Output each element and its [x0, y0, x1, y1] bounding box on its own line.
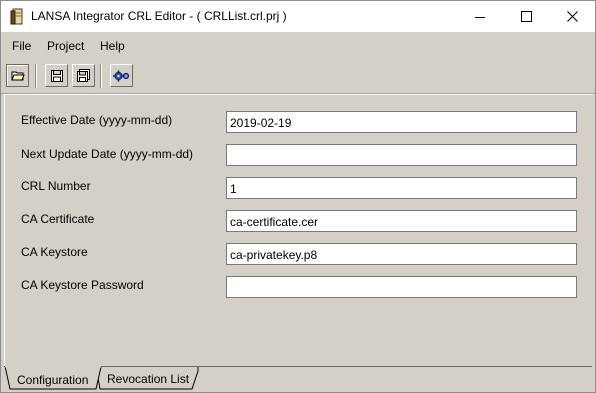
- save-all-button[interactable]: [72, 64, 95, 87]
- open-folder-icon: [10, 71, 25, 80]
- app-icon: [10, 8, 24, 25]
- next-update-date-field[interactable]: [226, 144, 577, 166]
- effective-date-field[interactable]: [226, 111, 577, 133]
- crl-number-field[interactable]: [226, 177, 577, 199]
- window-title: LANSA Integrator CRL Editor - ( CRLList.…: [31, 9, 287, 23]
- effective-date-label: Effective Date (yyyy-mm-dd): [21, 113, 173, 127]
- menu-help[interactable]: Help: [100, 39, 125, 53]
- minimize-icon: [475, 16, 485, 18]
- ca-keystore-field[interactable]: [226, 243, 577, 265]
- ca-keystore-password-field[interactable]: [226, 276, 577, 298]
- ca-certificate-field[interactable]: [226, 210, 577, 232]
- tab-configuration[interactable]: Configuration: [17, 373, 88, 387]
- ca-certificate-label: CA Certificate: [21, 212, 95, 226]
- close-button[interactable]: [549, 1, 595, 32]
- run-settings-button[interactable]: [110, 64, 133, 87]
- maximize-button[interactable]: [503, 1, 549, 32]
- open-project-button[interactable]: [6, 64, 29, 87]
- toolbar: [1, 60, 595, 94]
- save-button[interactable]: [45, 64, 68, 87]
- settings-run-icon: [113, 70, 130, 81]
- close-icon: [566, 11, 578, 22]
- save-icon: [50, 69, 63, 82]
- crl-number-label: CRL Number: [21, 179, 91, 193]
- ca-keystore-password-label: CA Keystore Password: [21, 278, 144, 292]
- minimize-button[interactable]: [457, 1, 503, 32]
- tab-revocation-list[interactable]: Revocation List: [107, 372, 189, 386]
- next-update-date-label: Next Update Date (yyyy-mm-dd): [21, 147, 194, 161]
- maximize-icon: [520, 11, 532, 22]
- save-all-icon: [77, 69, 90, 82]
- configuration-panel: Effective Date (yyyy-mm-dd) Next Update …: [4, 94, 593, 367]
- toolbar-separator: [100, 64, 102, 88]
- tab-strip: Configuration Revocation List: [1, 366, 595, 392]
- title-bar[interactable]: LANSA Integrator CRL Editor - ( CRLList.…: [1, 1, 595, 32]
- ca-keystore-label: CA Keystore: [21, 245, 88, 259]
- menu-file[interactable]: File: [12, 39, 31, 53]
- app-window: LANSA Integrator CRL Editor - ( CRLList.…: [0, 0, 596, 393]
- menu-bar: File Project Help: [1, 32, 595, 60]
- toolbar-separator: [35, 64, 37, 88]
- menu-project[interactable]: Project: [47, 39, 84, 53]
